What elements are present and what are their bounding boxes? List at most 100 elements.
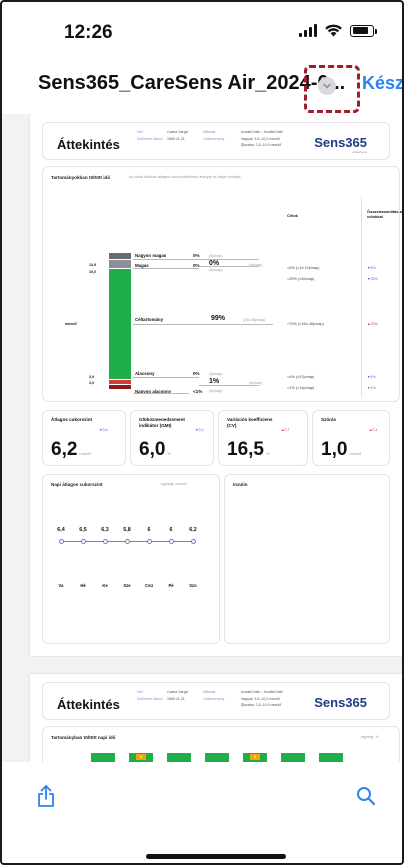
daily-day-label: Szo [189,583,197,588]
daily-value: 6,5 [79,527,87,533]
daily-range-unit: egység: % [361,735,379,739]
phone-screen: 12:26 Sens365_CareSens Air_2024-0... Kés… [0,0,404,865]
goal-very-low: <1% (<14p/nap) [287,386,315,390]
row-time-high: (0p/nap) [209,268,223,272]
bar-low [109,380,131,384]
meta-value-period: Invalid Date – Invalid Date [241,130,283,134]
stat-title: Szórás [321,417,337,422]
chevron-down-icon [323,83,331,89]
compare-header: Összehasonlítás a célokkal [367,209,402,219]
stat-delta: ▼0,6 [99,428,108,432]
stat-card-average: Átlagos cukorszint ▼0,6 6,2 mmol/l [42,410,126,466]
status-time: 12:26 [64,22,113,43]
meta-value-name-2: Csaba Varga [167,690,188,694]
daily-point [169,539,174,544]
row-time-very-low: (0p/nap) [209,389,223,393]
stat-delta: ▲0,1 [369,428,378,432]
daily-range-card: Tartományban töltött napi idő egység: % … [42,726,400,762]
meta-value-target-night: Éjszaka: 3,9–10,0 mmol/l [241,143,282,147]
bottom-toolbar [2,762,402,863]
insulin-card: Inzulin [224,474,390,644]
connector-line [133,324,273,325]
meta-value-target-day-2: Nappal: 3,9–10,0 mmol/l [241,697,280,701]
tir-title: Tartományokban töltött idő [51,175,111,180]
connector-line [133,259,259,260]
meta-value-birth-2: 1960.11.21. [167,697,186,701]
bar-very-high [109,253,131,259]
report-title-2: Áttekintés [57,697,120,712]
meta-value-birth: 1960.11.21. [167,137,186,141]
share-icon[interactable] [37,784,55,808]
connector-line [199,266,259,267]
search-icon[interactable] [356,786,376,806]
title-dropdown-button[interactable] [318,77,336,95]
meta-value-target-day: Nappal: 3,9–10,0 mmol/l [241,137,280,141]
unit-label: mmol/l [65,322,77,326]
report-page-2: Áttekintés Név Csaba Varga Születési dát… [30,674,402,762]
scale-3-0: 3,0 [89,381,94,385]
stat-card-sd: Szórás ▲0,1 1,0 mmol/l [312,410,390,466]
document-viewer[interactable]: Áttekintés Név Csaba Varga Születési dát… [2,114,402,762]
daily-range-bar [91,753,115,762]
navigation-bar: Sens365_CareSens Air_2024-0... Kész [2,60,402,113]
brand-logo: Sens365 +CareSens [314,135,367,154]
stat-title: Glükózmenedzsment indikátor (GMI) [139,417,185,428]
row-pct-very-high: 0% [193,253,200,258]
meta-value-period-2: Invalid Date – Invalid Date [241,690,283,694]
goal-target: >70% (>16ó 48p/nap) [287,322,324,326]
status-bar: 12:26 [2,2,402,60]
document-title[interactable]: Sens365_CareSens Air_2024-0... [38,72,345,95]
daily-value: 5,8 [123,527,131,533]
stat-value: 1,0 mmol/l [321,439,362,460]
cellular-signal-icon [299,24,317,37]
bar-high [109,260,131,268]
daily-range-badge: 1 [250,754,260,760]
scale-3-9: 3,9 [89,375,94,379]
daily-range-badge: 1 [136,754,146,760]
compare-low: ▼4% [367,375,376,379]
daily-range-bar [281,753,305,762]
report-header-2: Áttekintés Név Csaba Varga Születési dát… [42,682,390,720]
connector-line [133,377,199,378]
daily-day-label: Hé [80,583,86,588]
meta-value-name: Csaba Varga [167,130,188,134]
meta-label-name: Név [137,130,144,134]
connector-line [133,393,189,394]
daily-range-bar [319,753,343,762]
meta-label-target-2: Céltartomány [203,697,225,701]
home-indicator[interactable] [146,854,286,859]
goal-high: <25% (<6ó/nap) [287,277,315,281]
meta-label-period-2: Időszak [203,690,216,694]
daily-point [125,539,130,544]
row-pct-very-low: <1% [193,389,203,394]
daily-day-label: Va [58,583,64,588]
daily-day-label: Csü [145,583,153,588]
daily-title: Napi átlagos cukorszint [51,482,103,487]
daily-point [81,539,86,544]
report-header: Áttekintés Név Csaba Varga Születési dát… [42,122,390,160]
stat-card-gmi: Glükózmenedzsment indikátor (GMI) ▼0,2 6… [130,410,214,466]
column-divider [361,197,362,397]
report-title: Áttekintés [57,137,120,152]
scale-10-0: 10,0 [89,270,96,274]
compare-very-high: ▼5% [367,266,376,270]
done-button[interactable]: Kész [362,73,402,94]
tir-subtitle: Az adott időszak átlagos cukorértékeinek… [129,175,242,179]
row-time-target: (23ó 46p/nap) [243,318,266,322]
stat-title: Variációs koefficiens (CV) [227,417,273,428]
row-time-low: (0p/nap) [209,372,223,376]
row-time-very-high: (0p/nap) [209,254,223,258]
daily-unit: egység: mmol/l [161,482,187,486]
daily-range-title: Tartományban töltött napi idő [51,735,116,740]
meta-value-target-night-2: Éjszaka: 3,9–10,0 mmol/l [241,703,282,707]
connector-line [199,385,259,386]
meta-label-birth-2: Születési dátum [137,697,163,701]
daily-value: 6,4 [57,527,65,533]
daily-value: 6,2 [189,527,197,533]
row-name-low: Alacsony [135,371,155,376]
meta-label-birth: Születési dátum [137,137,163,141]
daily-point [147,539,152,544]
row-name-target: Céltartomány [135,317,164,322]
meta-label-name-2: Név [137,690,144,694]
stat-delta: ▲0,7 [281,428,290,432]
